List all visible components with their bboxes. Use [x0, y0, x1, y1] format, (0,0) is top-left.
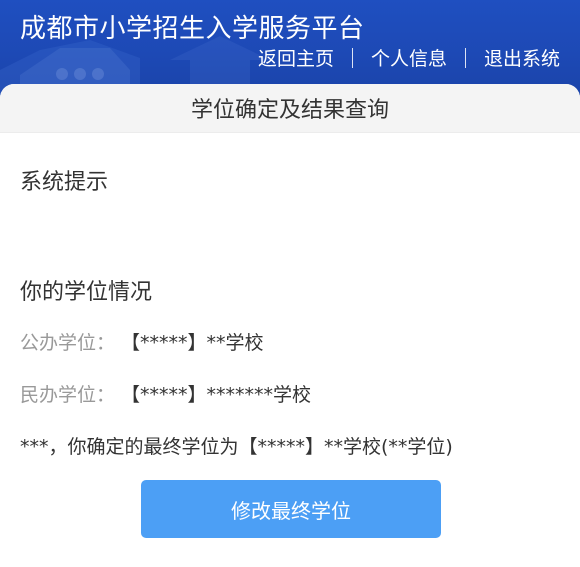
public-school-value: 【*****】**学校: [121, 332, 264, 354]
private-school-value: 【*****】*******学校: [121, 384, 312, 406]
card-title: 学位确定及结果查询: [0, 84, 580, 133]
modify-final-degree-button[interactable]: 修改最终学位: [141, 480, 441, 538]
nav-divider: [464, 47, 466, 68]
public-school-label: 公办学位：: [20, 332, 116, 354]
nav-logout-link[interactable]: 退出系统: [484, 44, 560, 71]
degree-status-title: 你的学位情况: [20, 280, 153, 305]
page: 成都市小学招生入学服务平台 返回主页 个人信息 退出系统 学位确定及结果查询 系…: [0, 0, 580, 567]
final-degree-statement: ***，你确定的最终学位为【*****】**学校(**学位): [20, 436, 453, 458]
nav-profile-link[interactable]: 个人信息: [371, 44, 447, 71]
private-school-label: 民办学位：: [20, 384, 116, 406]
public-school-row: 公办学位： 【*****】**学校: [20, 328, 264, 355]
site-title: 成都市小学招生入学服务平台: [20, 14, 365, 44]
private-school-row: 民办学位： 【*****】*******学校: [20, 380, 311, 407]
system-notice-title: 系统提示: [20, 170, 109, 195]
top-nav: 返回主页 个人信息 退出系统: [258, 44, 560, 71]
result-card: 学位确定及结果查询 系统提示 你的学位情况 公办学位： 【*****】**学校 …: [0, 84, 580, 567]
nav-divider: [351, 47, 353, 68]
nav-home-link[interactable]: 返回主页: [258, 44, 334, 71]
